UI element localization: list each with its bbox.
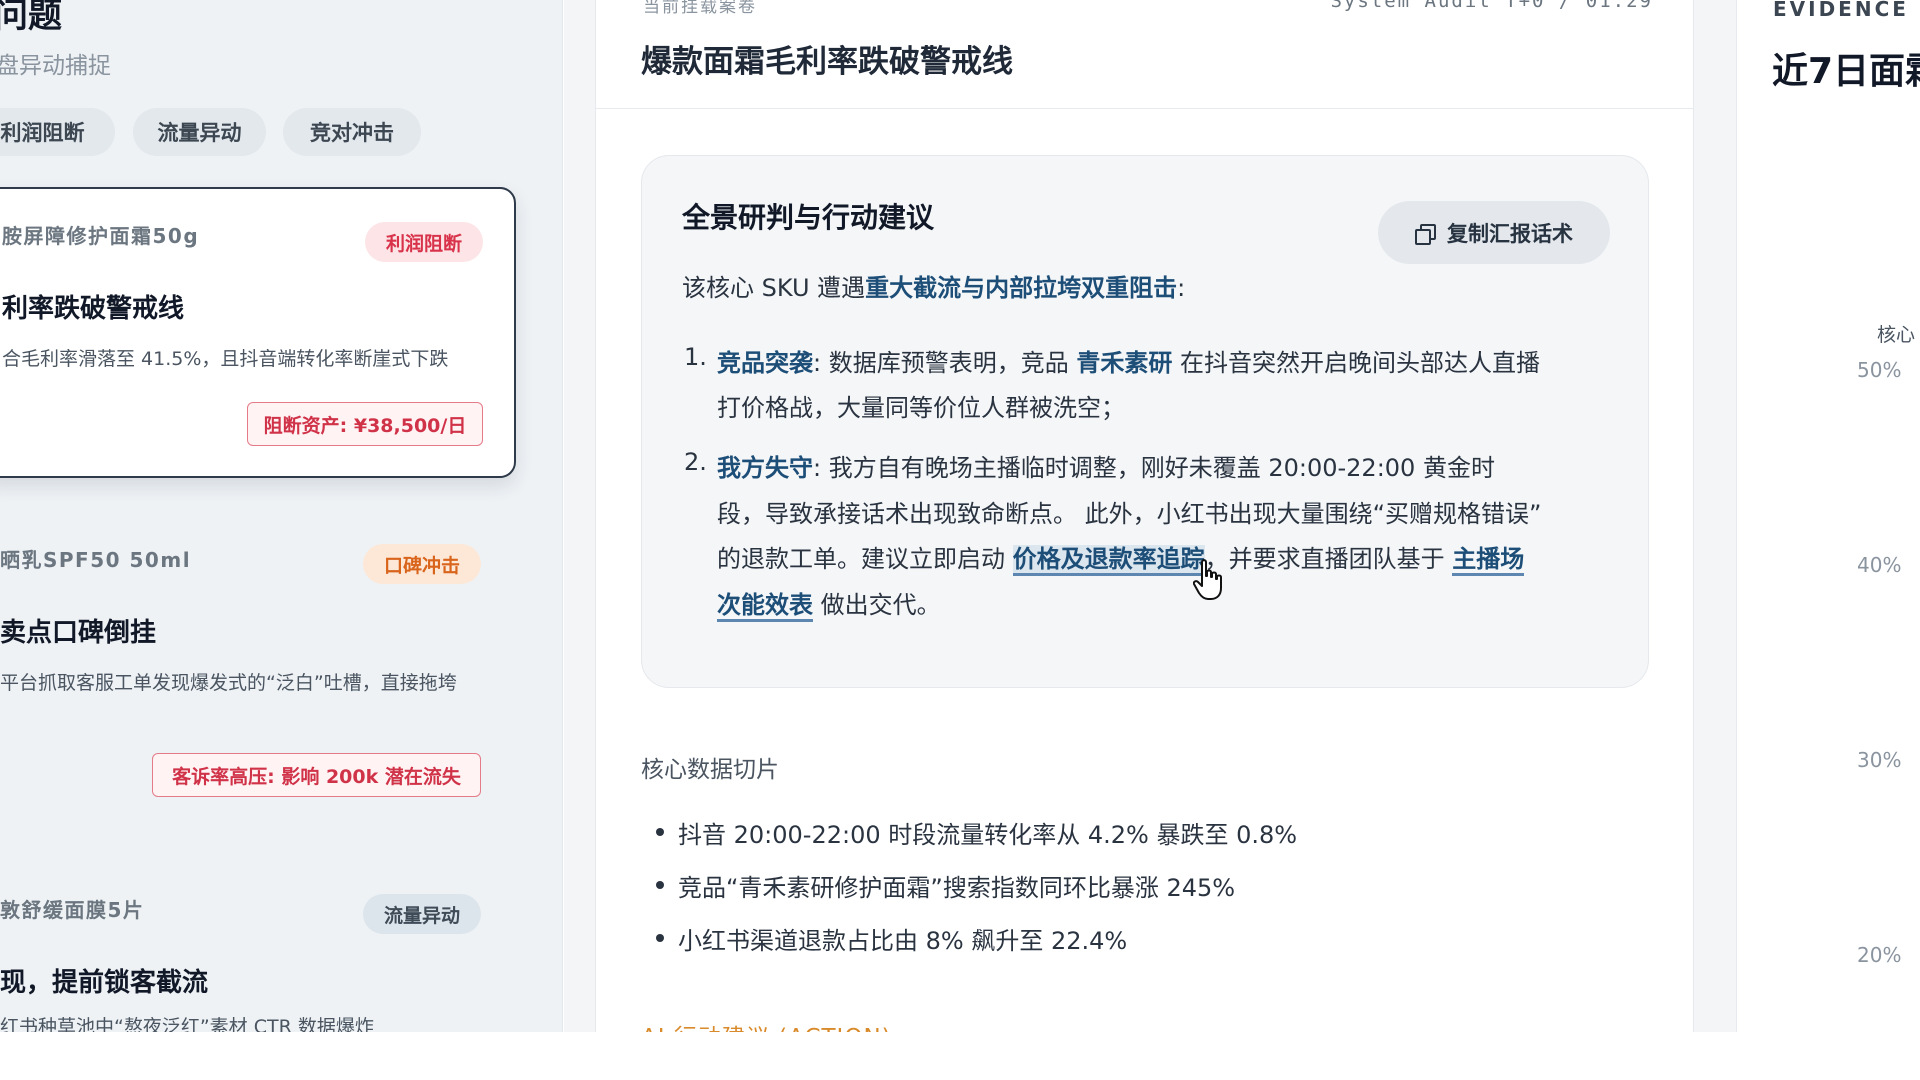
insight-item-line: 我方失守: 我方自有晚场主播临时调整，刚好未覆盖 20:00-22:00 黄金时 [717,448,1495,483]
status-badge: 口碑冲击 [363,544,481,584]
evidence-panel: EVIDENCE E 近7日面霜 核心 50% 40% 30% 20% [1736,0,1920,1032]
data-slice-heading: 核心数据切片 [641,757,779,783]
panel-title: 问题 [0,0,62,36]
hand-cursor-icon [1193,559,1222,600]
item-text: ，并要求直播团队基于 [1204,545,1453,573]
competitor-brand: 青禾素研 [1076,349,1173,377]
data-bullet: 抖音 20:00-22:00 时段流量转化率从 4.2% 暴跌至 0.8% [656,815,1297,850]
axis-tick: 20% [1857,943,1902,967]
card-title: 现，提前锁客截流 [0,968,209,998]
issue-list-panel: 问题 盘异动捕捉 利润阻断 流量异动 竞对冲击 胺屏障修护面霜50g 利润阻断 … [0,0,563,1032]
filter-chip-profit[interactable]: 利润阻断 [0,108,115,156]
insight-item-line: 打价格战，大量同等价位人群被洗空； [717,394,1125,422]
card-description: 合毛利率滑落至 41.5%，且抖音端转化率断崖式下跌 [2,348,449,370]
insight-intro: 该核心 SKU 遭遇重大截流与内部拉垮双重阻击: [682,268,1185,303]
impact-tag: 阻断资产: ¥38,500/日 [247,402,483,446]
case-title: 爆款面霜毛利率跌破警戒线 [641,44,1013,80]
card-description: 红书种草池中“熬夜泛红”素材 CTR 数据爆炸 [0,1016,374,1032]
intro-text: 该核心 SKU 遭遇 [682,274,866,302]
intro-highlight: 重大截流与内部拉垮双重阻击 [865,274,1178,302]
card-title: 卖点口碑倒挂 [0,618,157,648]
impact-tag: 客诉率高压: 影响 200k 潜在流失 [152,753,481,797]
data-bullet-text: 小红书渠道退款占比由 8% 飙升至 22.4% [678,927,1128,955]
card-product: 晒乳SPF50 50ml [0,548,192,572]
item-label: 竞品突袭 [717,349,813,377]
card-product: 胺屏障修护面霜50g [2,224,200,248]
item-text: 的退款工单。建议立即启动 [717,545,1013,573]
audit-timestamp: System Audit T+0 / 01:29 [1330,0,1653,12]
evidence-label: EVIDENCE E [1773,0,1920,21]
evidence-title: 近7日面霜 [1772,51,1920,92]
axis-tick: 40% [1857,553,1902,577]
insight-card: 全景研判与行动建议 复制汇报话术 该核心 SKU 遭遇重大截流与内部拉垮双重阻击… [641,155,1649,688]
issue-card[interactable]: 晒乳SPF50 50ml 口碑冲击 卖点口碑倒挂 平台抓取客服工单发现爆发式的“… [0,530,516,810]
card-description: 平台抓取客服工单发现爆发式的“泛白”吐槽，直接拖垮 [0,672,457,694]
issue-card-selected[interactable]: 胺屏障修护面霜50g 利润阻断 利率跌破警戒线 合毛利率滑落至 41.5%，且抖… [0,187,516,478]
insight-item-line: 段，导致承接话术出现致命断点。 此外，小红书出现大量围绕“买赠规格错误” [717,500,1542,528]
card-title: 利率跌破警戒线 [2,294,185,324]
data-bullet: 小红书渠道退款占比由 8% 飙升至 22.4% [656,921,1127,956]
panel-subtitle: 盘异动捕捉 [0,53,111,79]
ai-action-heading: AI 行动建议 (ACTION) [641,1018,892,1032]
case-detail-panel: 当前挂载案卷 System Audit T+0 / 01:29 爆款面霜毛利率跌… [595,0,1694,1032]
item-text: : 数据库预警表明，竞品 [813,349,1077,377]
item-text: 在抖音突然开启晚间头部达人直播 [1172,349,1540,377]
insight-item-line: 的退款工单。建议立即启动 价格及退款率追踪，并要求直播团队基于 主播场 [717,539,1525,576]
host-efficiency-link[interactable]: 次能效表 [717,591,813,622]
divider [596,108,1693,109]
axis-tick: 50% [1857,358,1902,382]
item-label: 我方失守 [717,454,813,482]
axis-tick: 30% [1857,748,1902,772]
list-number: 1. [684,343,707,371]
host-efficiency-link[interactable]: 主播场 [1452,545,1525,576]
list-number: 2. [684,448,707,476]
intro-colon: : [1177,274,1186,302]
copy-report-button[interactable]: 复制汇报话术 [1378,201,1610,264]
chart-axis-label: 核心 [1877,324,1916,346]
copy-icon [1415,223,1436,245]
item-text: 做出交代。 [813,591,941,619]
case-label: 当前挂载案卷 [643,0,757,17]
status-badge: 流量异动 [363,894,481,934]
price-refund-tracking-link[interactable]: 价格及退款率追踪 [1012,545,1205,576]
data-bullet: 竞品“青禾素研修护面霜”搜索指数同环比暴涨 245% [656,868,1235,903]
filter-chip-traffic[interactable]: 流量异动 [133,108,266,156]
app-viewport: 问题 盘异动捕捉 利润阻断 流量异动 竞对冲击 胺屏障修护面霜50g 利润阻断 … [0,0,1920,1032]
insight-item-line: 次能效表 做出交代。 [717,585,941,622]
copy-report-label: 复制汇报话术 [1447,221,1573,246]
data-bullet-text: 抖音 20:00-22:00 时段流量转化率从 4.2% 暴跌至 0.8% [678,821,1298,849]
data-bullet-text: 竞品“青禾素研修护面霜”搜索指数同环比暴涨 245% [678,874,1236,902]
card-product: 敦舒缓面膜5片 [0,898,145,922]
item-text: : 我方自有晚场主播临时调整，刚好未覆盖 20:00-22:00 黄金时 [813,454,1495,482]
issue-card[interactable]: 敦舒缓面膜5片 流量异动 现，提前锁客截流 红书种草池中“熬夜泛红”素材 CTR… [0,880,516,1032]
status-badge: 利润阻断 [365,222,483,262]
insight-item-line: 竞品突袭: 数据库预警表明，竞品 青禾素研 在抖音突然开启晚间头部达人直播 [717,343,1540,378]
filter-chip-competitor[interactable]: 竞对冲击 [283,108,421,156]
insight-title: 全景研判与行动建议 [682,201,935,234]
